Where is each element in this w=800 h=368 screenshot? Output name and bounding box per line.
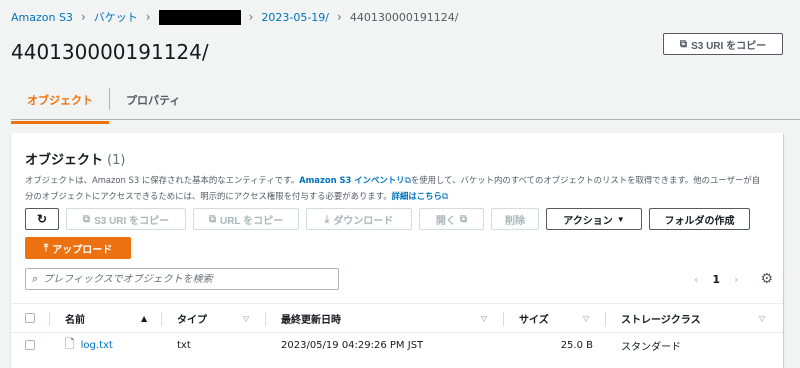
sort-icon[interactable]: ▽	[243, 304, 249, 332]
header-storage-class[interactable]: ストレージクラス	[621, 304, 701, 332]
upload-label: アップロード	[52, 244, 113, 256]
inventory-link[interactable]: Amazon S3 インベントリ	[299, 175, 404, 185]
panel-title: オブジェクト	[25, 153, 104, 168]
sort-icon[interactable]: ▽	[583, 304, 589, 332]
open-button[interactable]: 開く ⧉	[419, 208, 484, 230]
chevron-right-icon: ›	[337, 10, 342, 24]
breadcrumb-date-folder[interactable]: 2023-05-19/	[261, 11, 329, 24]
breadcrumb-current: 440130000191124/	[349, 10, 459, 24]
column-divider	[605, 312, 606, 326]
tab-properties[interactable]: プロパティ	[110, 82, 196, 120]
copy-s3-uri-label: S3 URI をコピー	[691, 40, 767, 52]
next-page-icon[interactable]: ›	[734, 273, 738, 286]
checkbox[interactable]	[25, 313, 35, 323]
chevron-right-icon: ›	[80, 10, 86, 24]
header-modified[interactable]: 最終更新日時	[281, 304, 341, 332]
breadcrumb-buckets[interactable]: バケット	[94, 9, 138, 25]
create-folder-button[interactable]: フォルダの作成	[649, 208, 750, 230]
external-link-icon: ⧉	[459, 213, 468, 225]
caret-down-icon: ▼	[616, 214, 625, 224]
desc-prefix: オブジェクトは、Amazon S3 に保存された基本的なエンティティです。	[25, 175, 300, 185]
column-divider	[161, 312, 162, 326]
chevron-right-icon: ›	[248, 10, 254, 24]
table-header: 名前 ▲ タイプ ▽ 最終更新日時 ▽ サイズ ▽ ストレージクラス ▽	[11, 303, 783, 333]
tab-objects[interactable]: オブジェクト	[11, 82, 109, 124]
copy-icon: ⧉	[82, 213, 91, 225]
panel-header: オブジェクト (1)	[25, 149, 125, 168]
column-divider	[49, 312, 50, 326]
column-divider	[503, 312, 504, 326]
upload-icon: ⤒	[43, 242, 49, 254]
copy-url-button[interactable]: ⧉ URL をコピー	[193, 208, 299, 230]
download-icon: ⤓	[324, 213, 330, 225]
download-label: ダウンロード	[333, 215, 394, 227]
sort-asc-icon[interactable]: ▲	[141, 304, 147, 332]
open-label: 開く	[435, 215, 456, 227]
delete-button[interactable]: 削除	[491, 208, 539, 230]
sort-icon[interactable]: ▽	[759, 304, 765, 332]
create-folder-label: フォルダの作成	[664, 215, 735, 227]
prev-page-icon[interactable]: ‹	[694, 273, 698, 286]
copy-s3-uri-button[interactable]: ⧉ S3 URI をコピー	[663, 33, 783, 55]
refresh-button[interactable]: ↻	[25, 208, 59, 230]
refresh-icon: ↻	[36, 212, 48, 226]
search-icon: ⌕	[32, 272, 39, 285]
actions-button[interactable]: アクション ▼	[546, 208, 642, 230]
copy-icon: ⧉	[679, 38, 688, 50]
type-cell: txt	[177, 339, 191, 351]
download-button[interactable]: ⤓ ダウンロード	[306, 208, 412, 230]
search-input[interactable]	[43, 273, 324, 285]
header-name[interactable]: 名前	[65, 304, 85, 332]
delete-label: 削除	[505, 215, 525, 227]
copy-icon: ⧉	[208, 213, 216, 225]
external-link-icon: ⧉	[441, 192, 449, 202]
upload-button[interactable]: ⤒ アップロード	[25, 237, 131, 259]
header-type[interactable]: タイプ	[177, 304, 207, 332]
column-divider	[265, 312, 266, 326]
breadcrumb: Amazon S3 › バケット › › 2023-05-19/ › 44013…	[11, 8, 459, 26]
actions-label: アクション	[563, 215, 613, 227]
select-all-checkbox[interactable]	[25, 304, 35, 332]
page-title: 440130000191124/	[11, 40, 209, 64]
sort-icon[interactable]: ▽	[481, 304, 487, 332]
objects-panel: オブジェクト (1) オブジェクトは、Amazon S3 に保存された基本的なエン…	[11, 133, 783, 368]
gear-icon[interactable]: ⚙	[760, 271, 773, 287]
tabs: オブジェクト プロパティ	[11, 82, 800, 124]
panel-description: オブジェクトは、Amazon S3 に保存された基本的なエンティティです。Ama…	[25, 173, 765, 205]
header-size[interactable]: サイズ	[519, 304, 549, 332]
storage-class-cell: スタンダード	[621, 341, 681, 353]
checkbox[interactable]	[25, 340, 35, 350]
chevron-right-icon: ›	[145, 10, 151, 24]
breadcrumb-s3[interactable]: Amazon S3	[11, 11, 73, 24]
size-cell: 25.0 B	[560, 339, 593, 351]
copy-s3-uri-toolbar-label: S3 URI をコピー	[94, 215, 170, 227]
file-icon: 🗋	[65, 336, 75, 351]
redacted-bucket-name[interactable]	[158, 9, 241, 25]
pagination: ‹ 1 › ⚙	[694, 269, 773, 289]
copy-url-label: URL をコピー	[219, 215, 284, 227]
learn-more-link[interactable]: 詳細はこちら	[392, 191, 442, 201]
row-checkbox[interactable]	[25, 334, 35, 356]
object-count: (1)	[107, 153, 126, 168]
toolbar: ↻ ⧉ S3 URI をコピー ⧉ URL をコピー ⤓ ダウンロード 開く ⧉…	[25, 208, 750, 230]
modified-cell: 2023/05/19 04:29:26 PM JST	[281, 339, 424, 351]
search-box[interactable]: ⌕	[25, 268, 339, 290]
name-cell: 🗋 log.txt	[65, 334, 113, 356]
copy-s3-uri-toolbar-button[interactable]: ⧉ S3 URI をコピー	[66, 208, 186, 230]
file-link[interactable]: log.txt	[81, 340, 113, 351]
table-row[interactable]: 🗋 log.txt txt 2023/05/19 04:29:26 PM JST…	[11, 334, 783, 356]
current-page[interactable]: 1	[712, 273, 720, 286]
